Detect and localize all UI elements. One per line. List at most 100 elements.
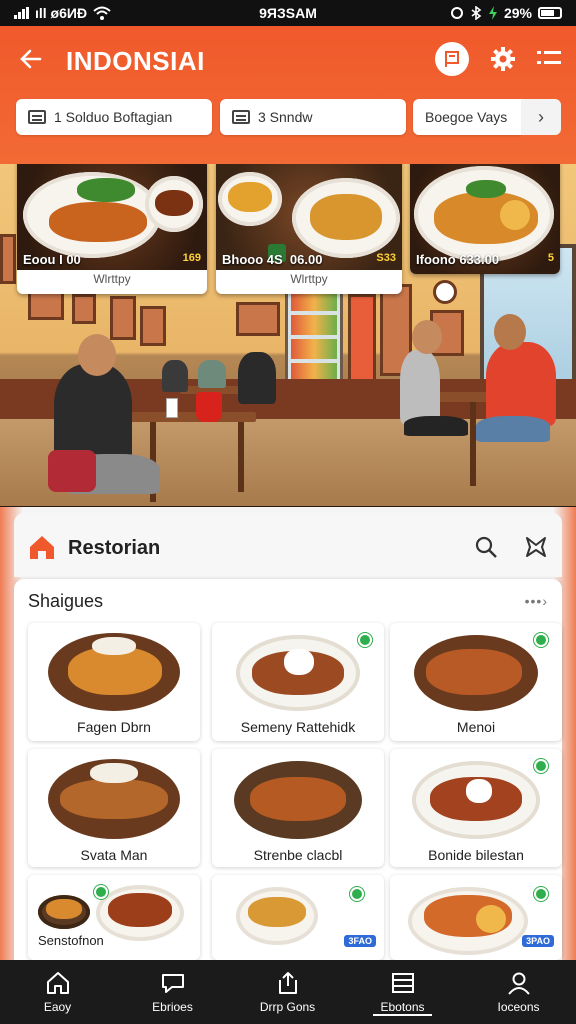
customer-head <box>78 334 116 376</box>
promo-card-1[interactable]: Eoou I 00 169 Wlrttpy <box>17 164 207 294</box>
customer <box>400 350 440 424</box>
dish-name: Fagen Dbrn <box>77 719 151 735</box>
drink-cup <box>196 392 222 422</box>
battery-percent: 29% <box>503 5 532 21</box>
dish-card[interactable]: Bonide bilestan <box>390 749 562 867</box>
wall-frame <box>72 294 96 324</box>
wall-frame <box>110 296 136 340</box>
dish-card[interactable]: 3FAO <box>212 875 384 960</box>
egg <box>500 200 530 230</box>
nav-label: Ioceons <box>497 1000 540 1014</box>
filter-label: 3 Snndw <box>258 109 313 125</box>
dish-card[interactable]: 3PAO <box>390 875 562 960</box>
nav-home[interactable]: Eaoy <box>0 960 115 1024</box>
back-button[interactable] <box>18 46 48 76</box>
bluetooth-icon <box>471 6 482 20</box>
greens <box>77 178 135 202</box>
panel-title: Restorian <box>68 537 161 559</box>
bag <box>48 450 96 492</box>
customer <box>54 364 132 464</box>
filter-chip-1[interactable]: 1 Solduo Boftagian <box>16 99 212 135</box>
customer-head <box>412 320 442 354</box>
chat-icon <box>161 974 184 993</box>
wall-frame <box>0 234 16 284</box>
dish-name: Senstofnon <box>38 933 104 948</box>
dish-name: Svata Man <box>80 847 148 863</box>
settings-button[interactable] <box>488 44 518 74</box>
dish-food <box>426 649 522 695</box>
glass <box>166 398 178 418</box>
filter-chip-2[interactable]: 3 Snndw <box>220 99 406 135</box>
stack-icon <box>28 110 46 124</box>
promo-discount: 5 <box>547 252 554 264</box>
bookmark-button[interactable] <box>435 42 469 76</box>
arrow-left-icon <box>20 49 42 69</box>
favorite-icon[interactable] <box>524 535 548 559</box>
signal-icon <box>14 7 29 19</box>
promo-card-3[interactable]: Ifoono 633.00 5 <box>410 164 560 274</box>
menu-board <box>348 294 376 386</box>
restaurant-panel: Restorian Shaigues •••› Fagen Dbrn Semen… <box>0 507 576 960</box>
nav-label: Ebotons <box>373 1000 432 1016</box>
dish-name: Strenbe clacbl <box>253 847 343 863</box>
chevron-right-icon: › <box>538 106 544 127</box>
app-header: INDONSIAI 1 Solduo Boftagian 3 Snndw Boe… <box>0 26 576 164</box>
filter-next-button[interactable]: › <box>521 99 561 135</box>
promo-label: Wlrttpy <box>93 272 131 286</box>
greens <box>466 180 506 198</box>
status-bar: ıll ø6ИÐ 9ЯЗSAM 29% <box>0 0 576 26</box>
customer <box>486 342 556 426</box>
alarm-icon <box>450 7 463 19</box>
verified-icon <box>534 759 548 773</box>
verified-icon <box>534 887 548 901</box>
dish-section: Shaigues •••› Fagen Dbrn Semeny Rattehid… <box>14 579 562 960</box>
flag-icon <box>445 51 459 67</box>
promo-tag: 3PAO <box>522 935 554 947</box>
profile-icon <box>507 972 530 995</box>
orders-icon <box>391 973 414 993</box>
share-icon <box>278 972 297 994</box>
menu-button[interactable] <box>537 48 561 70</box>
promo-price: Ifoono 633.00 <box>416 252 500 267</box>
nav-label: Drrp Gons <box>259 1000 316 1014</box>
display-fridge <box>285 284 343 392</box>
battery-icon <box>538 7 562 19</box>
promo-tag: 3FAO <box>344 935 376 947</box>
page-title: INDONSIAI <box>66 46 205 76</box>
dish-card[interactable]: Semeny Rattehidk <box>212 623 384 741</box>
dish-food <box>250 777 346 821</box>
dish-rice <box>90 763 138 783</box>
nav-label: Ebrioes <box>152 1000 193 1014</box>
nav-orders[interactable]: Ebotons <box>345 960 460 1024</box>
more-icon[interactable]: •••› <box>525 593 548 609</box>
promo-label: Wlrttpy <box>290 272 328 286</box>
fried-rice <box>310 194 382 240</box>
hero-banner: Eoou I 00 169 Wlrttpy Bhooo 4S 06.00 S33… <box>0 164 576 506</box>
stack-icon <box>232 110 250 124</box>
nav-profile[interactable]: Ioceons <box>461 960 576 1024</box>
dish-food <box>46 899 82 919</box>
list-icon <box>537 51 561 64</box>
dish-card[interactable]: Strenbe clacbl <box>212 749 384 867</box>
promo-discount: S33 <box>376 252 396 264</box>
filter-chip-3[interactable]: Boegoe Vays <box>413 99 521 135</box>
dish-food <box>248 897 306 927</box>
dish-card[interactable]: Fagen Dbrn <box>28 623 200 741</box>
nav-chat[interactable]: Ebrioes <box>115 960 230 1024</box>
verified-icon <box>534 633 548 647</box>
dish-card[interactable]: Senstofnon <box>28 875 200 960</box>
customer-legs <box>404 416 468 436</box>
promo-card-2[interactable]: Bhooo 4S 06.00 S33 Wlrttpy <box>216 164 402 294</box>
dish-card[interactable]: Menoi <box>390 623 562 741</box>
customer-legs <box>476 416 550 442</box>
search-icon[interactable] <box>474 535 498 559</box>
dish-name: Semeny Rattehidk <box>240 719 356 735</box>
restaurant-icon <box>30 536 54 559</box>
noodles <box>228 182 272 212</box>
dish-card[interactable]: Svata Man <box>28 749 200 867</box>
bottom-nav: Eaoy Ebrioes Drrp Gons Ebotons Ioceons <box>0 960 576 1024</box>
customer-head <box>494 314 526 350</box>
nav-label: Eaoy <box>43 1000 72 1014</box>
charging-icon <box>488 6 497 20</box>
nav-share[interactable]: Drrp Gons <box>230 960 345 1024</box>
